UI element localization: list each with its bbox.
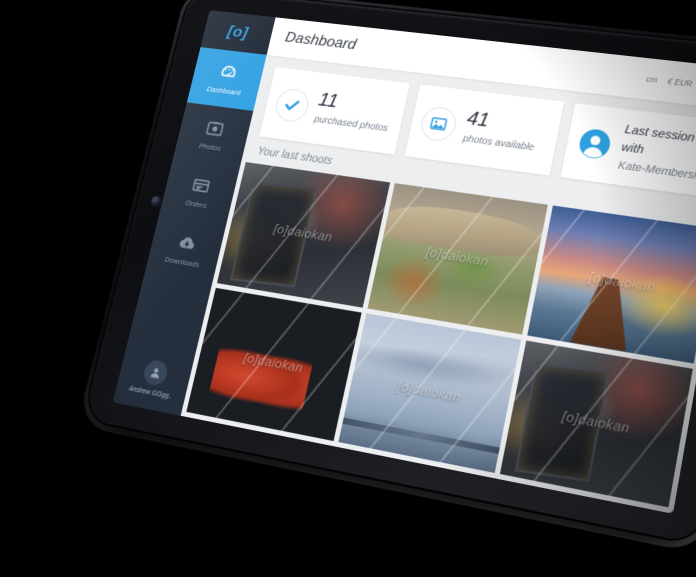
card-value: 11 [316, 88, 341, 112]
card-value: 41 [465, 107, 492, 132]
photo-thumbnail[interactable]: [o]daiokan [338, 312, 522, 474]
photo-thumbnail[interactable]: [o]daiokan [217, 162, 390, 308]
photo-thumbnail[interactable]: [o]daiokan [367, 183, 549, 335]
photo-image [338, 312, 522, 474]
card-text: 11 purchased photos [313, 88, 397, 136]
photo-image [367, 183, 549, 335]
brackets-o-logo-icon: [o] [225, 22, 251, 42]
sidebar-item-label: Dashboard [206, 84, 242, 97]
downloads-cloud-icon [175, 231, 198, 254]
photo-watermark: [o]daiokan [396, 377, 463, 405]
photo-thumbnail[interactable]: [o]daiokan [527, 205, 696, 363]
sidebar-item-photos[interactable]: Photos [173, 102, 253, 168]
photo-streak-overlay [500, 340, 693, 508]
sidebar-item-label: Photos [198, 141, 222, 153]
photo-streak-overlay [527, 205, 696, 363]
sidebar-item-dashboard[interactable]: Dashboard [186, 47, 267, 111]
tablet-device: [o] Dashboard Photos Orders Downloads An… [76, 0, 696, 555]
photo-thumbnail[interactable]: [o]daiokan [500, 340, 693, 508]
screenshot-stage: [o] Dashboard Photos Orders Downloads An… [0, 0, 696, 577]
photo-image [217, 162, 390, 308]
sidebar-item-label: Orders [184, 197, 208, 210]
sidebar-item-label: Downloads [164, 254, 201, 269]
dashboard-icon [217, 62, 240, 83]
card-label: purchased photos [313, 113, 390, 134]
photo-image [500, 340, 693, 508]
sidebar-user-name: Andrew GGgg.. [128, 385, 173, 401]
user-avatar-icon [141, 358, 170, 387]
sidebar-item-downloads[interactable]: Downloads [145, 215, 226, 284]
orders-icon [189, 174, 212, 196]
photos-icon [203, 118, 226, 140]
photo-streak-overlay [338, 312, 522, 474]
card-photos-available[interactable]: 41 photos available [404, 84, 564, 176]
unit-selector[interactable]: cm [645, 74, 658, 84]
sidebar-item-orders[interactable]: Orders [159, 158, 240, 225]
photo-watermark: [o]daiokan [424, 244, 490, 270]
photo-image [527, 205, 696, 363]
